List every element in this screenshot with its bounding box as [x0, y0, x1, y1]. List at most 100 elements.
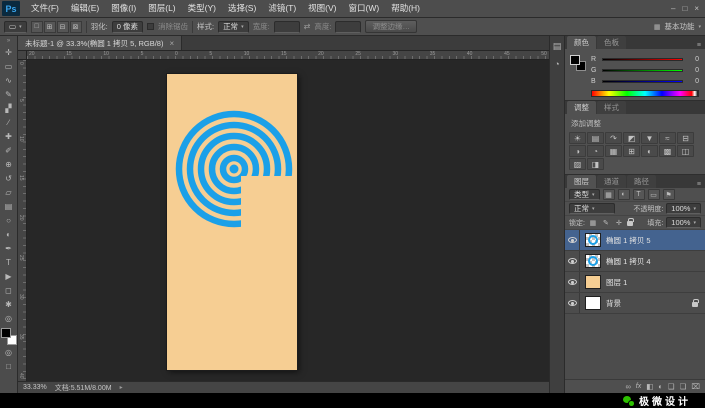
clone-stamp-tool[interactable]: ⊕	[0, 157, 17, 171]
toolbar-collapse-icon[interactable]: »	[7, 37, 10, 45]
foreground-color-swatch[interactable]	[570, 55, 580, 65]
layer-thumbnail[interactable]	[585, 296, 601, 310]
new-group-icon[interactable]: ❑	[668, 382, 675, 391]
crop-tool[interactable]: ▞	[0, 101, 17, 115]
color-swatches[interactable]	[0, 328, 17, 345]
zoom-tool[interactable]: ◎	[0, 311, 17, 325]
healing-brush-tool[interactable]: ✚	[0, 129, 17, 143]
invert-icon[interactable]: ◐	[641, 145, 658, 157]
menu-view[interactable]: 视图(V)	[302, 0, 342, 17]
delete-layer-icon[interactable]: ⌧	[691, 382, 700, 391]
menu-help[interactable]: 帮助(H)	[385, 0, 426, 17]
minimize-button[interactable]: –	[671, 4, 675, 13]
type-tool[interactable]: T	[0, 255, 17, 269]
eraser-tool[interactable]: ▱	[0, 185, 17, 199]
tab-channels[interactable]: 通道	[597, 175, 626, 188]
move-tool[interactable]: ✛	[0, 45, 17, 59]
document-canvas[interactable]	[166, 73, 298, 371]
layer-row-layer-1[interactable]: 图层 1	[565, 272, 705, 293]
menu-type[interactable]: 类型(Y)	[182, 0, 222, 17]
exposure-icon[interactable]: ◩	[623, 132, 640, 144]
tab-swatches[interactable]: 色板	[597, 36, 626, 49]
green-value[interactable]: 0	[687, 67, 699, 74]
width-input[interactable]	[273, 20, 300, 33]
vertical-ruler[interactable]: 0 5 10 15 20 25 30 35 40	[18, 60, 27, 381]
workspace-switcher[interactable]: 基本功能	[664, 21, 694, 32]
shape-tool[interactable]: ◻	[0, 283, 17, 297]
properties-panel-icon[interactable]: ◔	[554, 59, 559, 69]
color-lookup-icon[interactable]: ⊞	[623, 145, 640, 157]
screen-mode-icon[interactable]: □	[0, 359, 17, 373]
layer-thumbnail[interactable]	[585, 275, 601, 289]
filter-pixel-layers-icon[interactable]: ▦	[602, 189, 615, 200]
status-options-arrow[interactable]: ▸	[120, 384, 123, 391]
panel-menu-icon[interactable]: ≡	[697, 181, 705, 188]
menu-filter[interactable]: 滤镜(T)	[262, 0, 302, 17]
horizontal-ruler[interactable]: 20 15 10 505 10 15 20 25 30 35 40 45 50	[27, 51, 549, 60]
hand-tool[interactable]: ✱	[0, 297, 17, 311]
tab-styles[interactable]: 样式	[597, 101, 626, 114]
layer-row-background[interactable]: 背景	[565, 293, 705, 314]
tab-close-icon[interactable]: ×	[169, 39, 174, 48]
rectangular-marquee-tool[interactable]: ▭	[0, 59, 17, 73]
layer-effects-icon[interactable]: fx	[636, 383, 641, 390]
history-brush-tool[interactable]: ↺	[0, 171, 17, 185]
menu-window[interactable]: 窗口(W)	[343, 0, 386, 17]
photo-filter-icon[interactable]: ◔	[587, 145, 604, 157]
layer-thumbnail[interactable]	[585, 254, 601, 268]
visibility-cell[interactable]	[565, 251, 580, 271]
filter-adjustment-layers-icon[interactable]: ◐	[617, 189, 630, 200]
lock-image-pixels-icon[interactable]: ✎	[601, 218, 611, 228]
panel-color-swatches[interactable]	[570, 55, 586, 71]
selective-color-icon[interactable]: ◨	[587, 158, 604, 170]
color-balance-icon[interactable]: ⊟	[677, 132, 694, 144]
visibility-cell[interactable]	[565, 230, 580, 250]
black-white-icon[interactable]: ◑	[569, 145, 586, 157]
layer-filter-dropdown[interactable]: 类型 ▾	[569, 189, 600, 200]
blur-tool[interactable]: ○	[0, 213, 17, 227]
lock-transparent-pixels-icon[interactable]: ▦	[588, 218, 598, 228]
eyedropper-tool[interactable]: ∕	[0, 115, 17, 129]
blue-value[interactable]: 0	[687, 78, 699, 85]
new-selection-icon[interactable]: □	[30, 20, 43, 33]
new-adjustment-layer-icon[interactable]: ◐	[658, 382, 663, 391]
menu-edit[interactable]: 编辑(E)	[65, 0, 105, 17]
green-slider[interactable]	[602, 69, 683, 72]
quick-mask-icon[interactable]: ◎	[0, 345, 17, 359]
tab-paths[interactable]: 路径	[627, 175, 656, 188]
ruler-origin[interactable]	[18, 51, 27, 60]
color-spectrum-bar[interactable]	[591, 90, 699, 97]
tool-preset-picker[interactable]: ▭ ▾	[4, 20, 27, 33]
gradient-tool[interactable]: ▤	[0, 199, 17, 213]
lock-all-icon[interactable]	[626, 218, 634, 226]
red-slider[interactable]	[602, 58, 683, 61]
filter-toggle-icon[interactable]: ⚑	[662, 189, 675, 200]
curves-icon[interactable]: ↷	[605, 132, 622, 144]
swap-dimensions-icon[interactable]: ⇄	[304, 22, 311, 31]
brush-tool[interactable]: ✐	[0, 143, 17, 157]
add-selection-icon[interactable]: ⊞	[43, 20, 56, 33]
visibility-cell[interactable]	[565, 293, 580, 313]
quick-selection-tool[interactable]: ✎	[0, 87, 17, 101]
blue-slider[interactable]	[602, 80, 683, 83]
tab-color[interactable]: 颜色	[567, 36, 596, 49]
layer-row-ellipse-copy-4[interactable]: 椭圆 1 拷贝 4	[565, 251, 705, 272]
dodge-tool[interactable]: ◐	[0, 227, 17, 241]
document-tab[interactable]: 未标题-1 @ 33.3%(椭圆 1 拷贝 5, RGB/8) ×	[18, 36, 183, 50]
link-layers-icon[interactable]: ∞	[625, 382, 630, 391]
menu-select[interactable]: 选择(S)	[222, 0, 262, 17]
gradient-map-icon[interactable]: ▨	[569, 158, 586, 170]
add-layer-mask-icon[interactable]: ◧	[646, 382, 653, 391]
intersect-selection-icon[interactable]: ⊠	[69, 20, 82, 33]
layer-row-ellipse-copy-5[interactable]: 椭圆 1 拷贝 5	[565, 230, 705, 251]
new-layer-icon[interactable]: ❏	[680, 382, 687, 391]
restore-button[interactable]: □	[682, 4, 687, 13]
posterize-icon[interactable]: ▩	[659, 145, 676, 157]
path-selection-tool[interactable]: ▶	[0, 269, 17, 283]
close-button[interactable]: ×	[694, 4, 699, 13]
hue-saturation-icon[interactable]: ≈	[659, 132, 676, 144]
channel-mixer-icon[interactable]: ▦	[605, 145, 622, 157]
feather-input[interactable]: 0 像素	[111, 20, 143, 33]
blend-mode-dropdown[interactable]: 正常 ▾	[569, 203, 615, 214]
visibility-cell[interactable]	[565, 272, 580, 292]
